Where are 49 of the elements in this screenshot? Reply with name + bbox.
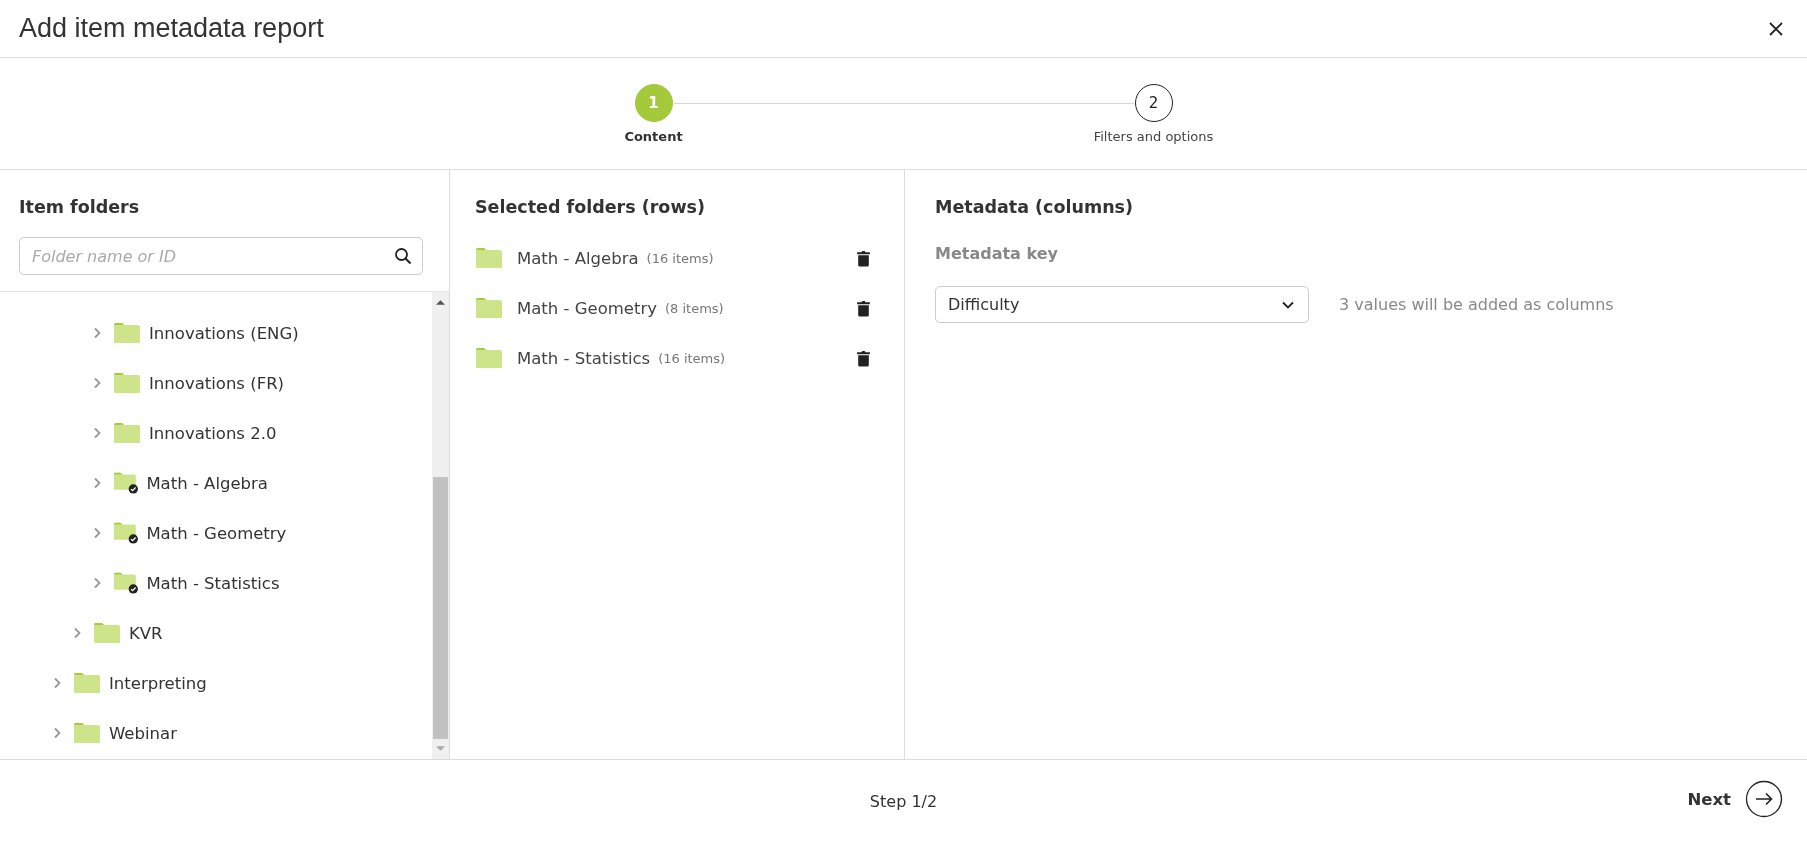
folder-name[interactable]: Math - Statistics bbox=[146, 573, 280, 593]
chevron-icon[interactable] bbox=[73, 627, 81, 639]
chevron-icon[interactable] bbox=[93, 327, 101, 339]
scroll-down-icon[interactable] bbox=[436, 746, 445, 752]
folder-icon bbox=[475, 297, 503, 319]
folder-name[interactable]: Innovations (FR) bbox=[149, 373, 285, 393]
hint-text: 3 values will be added as columns bbox=[1339, 295, 1614, 314]
trash-icon[interactable] bbox=[857, 349, 870, 367]
folder-icon bbox=[475, 247, 503, 269]
dialog-title: Add item metadata report bbox=[19, 13, 324, 44]
trash-icon[interactable] bbox=[857, 299, 870, 317]
trash-icon[interactable] bbox=[857, 249, 870, 267]
chevron-icon[interactable] bbox=[93, 577, 101, 589]
folder-name: Math - Statistics bbox=[517, 348, 651, 368]
item-count: (16 items) bbox=[646, 250, 714, 266]
folder-name[interactable]: Innovations (ENG) bbox=[149, 323, 299, 343]
folder-name[interactable]: KVR bbox=[129, 623, 163, 643]
folder-name[interactable]: Math - Algebra bbox=[146, 473, 268, 493]
folder-name[interactable]: Interpreting bbox=[109, 673, 207, 693]
folder-name[interactable]: Webinar bbox=[109, 723, 177, 743]
next-button[interactable]: Next bbox=[1687, 780, 1783, 818]
metadata-key-dropdown[interactable]: Difficulty bbox=[935, 286, 1309, 323]
step-number[interactable]: 2 bbox=[1134, 84, 1173, 122]
chevron-icon[interactable] bbox=[53, 677, 61, 689]
item-count: (8 items) bbox=[665, 300, 724, 316]
chevron-icon[interactable] bbox=[93, 377, 101, 389]
step-indicator: Step 1/2 bbox=[869, 791, 938, 811]
folder-name: Math - Algebra bbox=[517, 248, 639, 268]
item-count: (16 items) bbox=[658, 350, 726, 366]
chevron-icon[interactable] bbox=[53, 727, 61, 739]
scroll-up-icon[interactable] bbox=[436, 299, 445, 305]
folder-name: Math - Geometry bbox=[517, 298, 657, 318]
search-field[interactable]: Folder name or ID bbox=[19, 237, 423, 275]
panel-heading: Item folders bbox=[19, 197, 141, 217]
close-icon[interactable] bbox=[1769, 21, 1783, 36]
search-icon bbox=[394, 247, 412, 265]
step-label: Filters and options bbox=[1093, 129, 1214, 144]
panel-heading: Selected folders (rows) bbox=[475, 197, 706, 217]
chevron-icon[interactable] bbox=[93, 427, 101, 439]
field-label: Metadata key bbox=[935, 244, 1059, 263]
caret-icon bbox=[1282, 300, 1294, 309]
folder-icon bbox=[475, 347, 503, 369]
chevron-icon[interactable] bbox=[93, 477, 101, 489]
folder-name[interactable]: Math - Geometry bbox=[146, 523, 287, 543]
scrollbar[interactable] bbox=[432, 292, 449, 759]
panel-heading: Metadata (columns) bbox=[935, 197, 1135, 217]
folder-name[interactable]: Innovations 2.0 bbox=[149, 423, 277, 443]
step-label: Content bbox=[624, 129, 683, 144]
chevron-icon[interactable] bbox=[93, 527, 101, 539]
